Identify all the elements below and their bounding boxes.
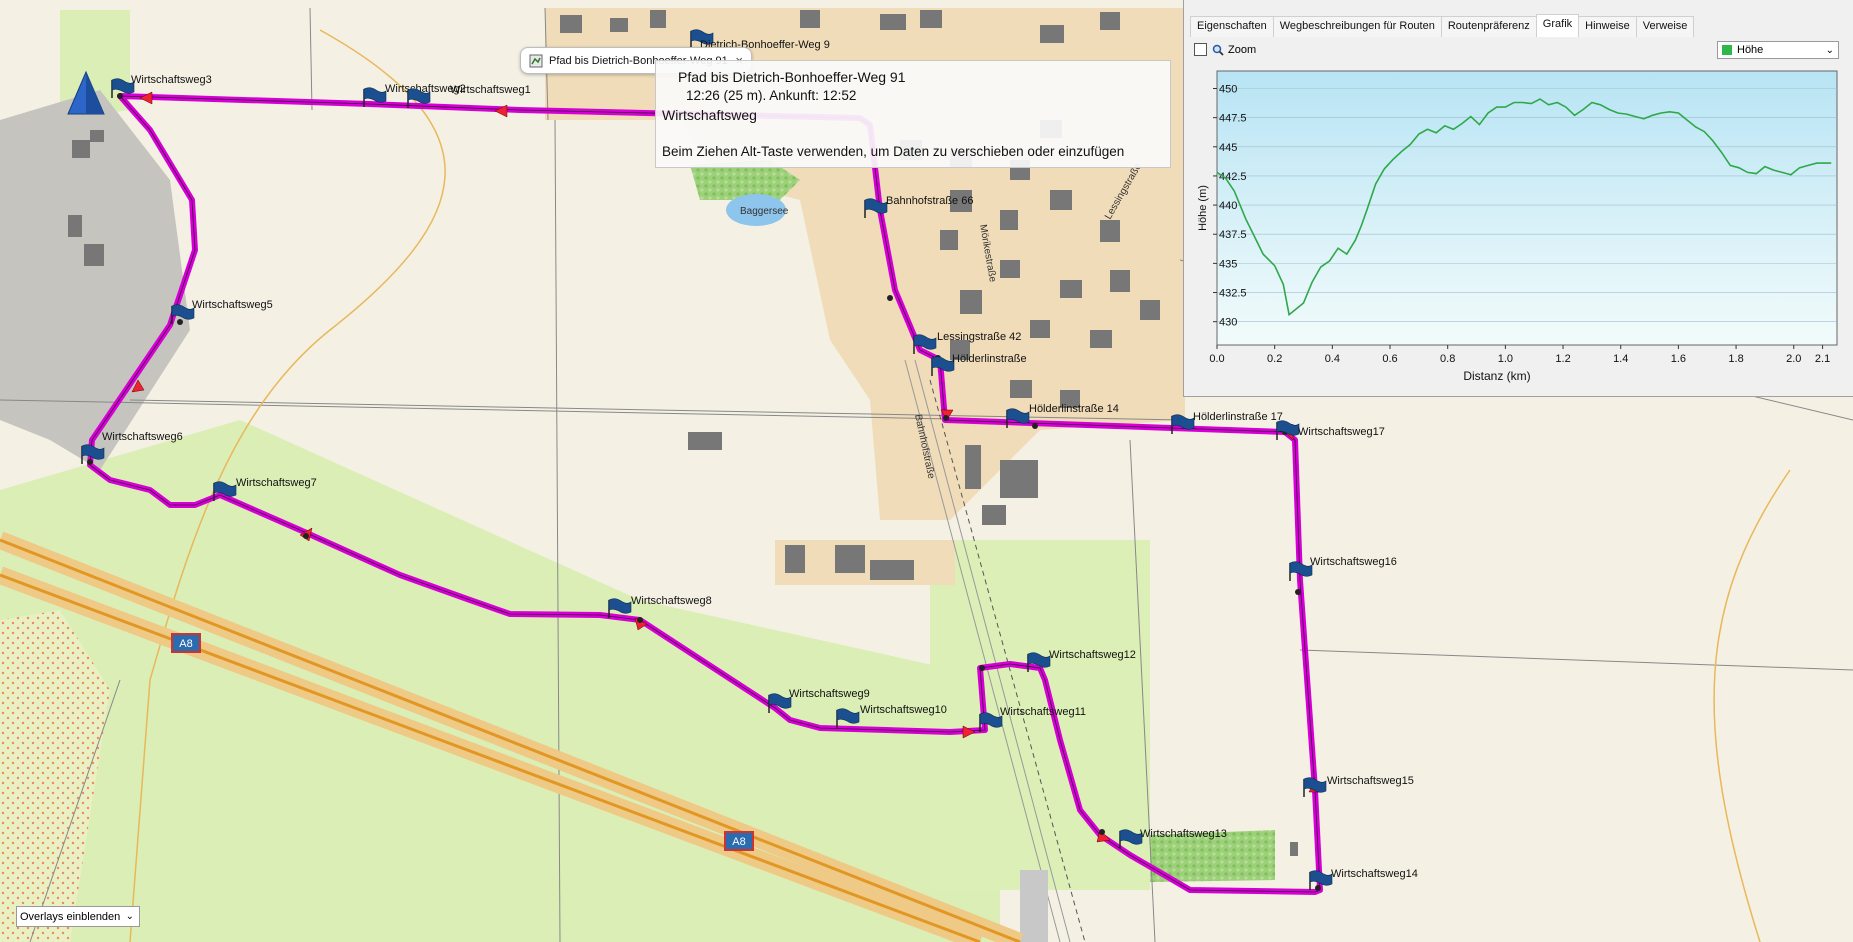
panel-tabs: Eigenschaften Wegbeschreibungen für Rout… bbox=[1190, 14, 1695, 37]
overlays-dropdown[interactable]: Overlays einblenden ⌄ bbox=[16, 906, 140, 927]
waypoint-label: Hölderlinstraße 14 bbox=[1029, 403, 1119, 415]
chevron-down-icon: ⌄ bbox=[1825, 44, 1834, 56]
svg-text:A8: A8 bbox=[179, 638, 192, 650]
y-tick-label: 442.5 bbox=[1219, 171, 1247, 183]
waypoint-label: Wirtschaftsweg11 bbox=[1000, 706, 1086, 718]
tab-routenpraeferenz[interactable]: Routenpräferenz bbox=[1440, 16, 1537, 37]
waypoint-label: Wirtschaftsweg9 bbox=[789, 688, 870, 700]
drag-info-title: Pfad bis Dietrich-Bonhoeffer-Weg 91 bbox=[678, 69, 906, 85]
x-tick-label: 2.1 bbox=[1815, 353, 1830, 365]
y-tick-label: 430 bbox=[1219, 317, 1237, 329]
x-tick-label: 0.6 bbox=[1382, 353, 1397, 365]
waypoint-label: Wirtschaftsweg5 bbox=[192, 299, 273, 311]
waypoint-label: Wirtschaftsweg8 bbox=[631, 595, 712, 607]
tab-verweise[interactable]: Verweise bbox=[1635, 16, 1695, 37]
x-tick-label: 0.0 bbox=[1209, 353, 1224, 365]
elevation-line bbox=[1216, 98, 1832, 317]
magnifier-icon bbox=[1212, 44, 1224, 56]
waypoint-label: Wirtschaftsweg1 bbox=[450, 84, 531, 96]
waypoint-label: Wirtschaftsweg12 bbox=[1049, 649, 1136, 661]
svg-text:A8: A8 bbox=[732, 836, 745, 848]
elevation-chart[interactable]: 430 432.5 435 437.5 440 442.5 445 447.5 450 0.0 0.… bbox=[1184, 0, 1853, 396]
x-tick-label: 0.4 bbox=[1325, 353, 1340, 365]
x-tick-label: 1.4 bbox=[1613, 353, 1628, 365]
y-tick-label: 435 bbox=[1219, 258, 1237, 270]
series-dropdown[interactable]: Höhe ⌄ bbox=[1717, 41, 1839, 59]
track-icon bbox=[529, 54, 543, 67]
waypoint-label: Wirtschaftsweg6 bbox=[102, 431, 183, 443]
x-tick-label: 0.8 bbox=[1440, 353, 1455, 365]
waypoint-label: Hölderlinstraße 17 bbox=[1193, 411, 1283, 423]
waypoint-label: Wirtschaftsweg15 bbox=[1327, 775, 1414, 787]
waypoint-label: Wirtschaftsweg16 bbox=[1310, 556, 1397, 568]
x-tick-label: 0.2 bbox=[1267, 353, 1282, 365]
autobahn-shield-2: A8 bbox=[724, 831, 754, 851]
x-tick-label: 1.8 bbox=[1728, 353, 1743, 365]
y-tick-label: 445 bbox=[1219, 142, 1237, 154]
plot-area bbox=[1216, 70, 1838, 346]
tab-hinweise[interactable]: Hinweise bbox=[1578, 16, 1637, 37]
y-tick-label: 450 bbox=[1219, 83, 1237, 95]
waypoint-label: Hölderlinstraße bbox=[952, 353, 1027, 365]
y-axis-label: Höhe (m) bbox=[1197, 185, 1209, 231]
tab-eigenschaften[interactable]: Eigenschaften bbox=[1190, 16, 1274, 37]
series-color-swatch bbox=[1722, 45, 1732, 55]
x-tick-label: 1.0 bbox=[1498, 353, 1513, 365]
autobahn-shield-1: A8 bbox=[171, 633, 201, 653]
waypoint-label: Lessingstraße 42 bbox=[937, 331, 1021, 343]
overlays-label: Overlays einblenden bbox=[20, 910, 121, 923]
y-tick-label: 440 bbox=[1219, 200, 1237, 212]
x-axis-label: Distanz (km) bbox=[1463, 369, 1530, 383]
waypoint-label: Wirtschaftsweg14 bbox=[1331, 868, 1418, 880]
tab-grafik[interactable]: Grafik bbox=[1535, 14, 1580, 37]
series-dropdown-value: Höhe bbox=[1737, 44, 1764, 56]
chevron-down-icon: ⌄ bbox=[125, 911, 134, 922]
x-tick-label: 2.0 bbox=[1786, 353, 1801, 365]
drag-info-time: 12:26 (25 m). Ankunft: 12:52 bbox=[686, 88, 857, 103]
waypoint-label: Wirtschaftsweg13 bbox=[1140, 828, 1227, 840]
tab-wegbeschreibungen[interactable]: Wegbeschreibungen für Routen bbox=[1272, 16, 1442, 37]
drag-info-hint: Beim Ziehen Alt-Taste verwenden, um Date… bbox=[662, 144, 1125, 159]
waypoint-label: Bahnhofstraße 66 bbox=[886, 195, 973, 207]
zoom-checkbox[interactable] bbox=[1194, 43, 1207, 56]
drag-info-box: Pfad bis Dietrich-Bonhoeffer-Weg 91 12:2… bbox=[655, 60, 1171, 168]
waypoint-label: Wirtschaftsweg17 bbox=[1298, 426, 1385, 438]
x-tick-label: 1.2 bbox=[1555, 353, 1570, 365]
waypoint-label: Wirtschaftsweg3 bbox=[131, 74, 212, 86]
profile-panel: Eigenschaften Wegbeschreibungen für Rout… bbox=[1183, 0, 1853, 397]
zoom-label: Zoom bbox=[1228, 43, 1257, 56]
waypoint-label: Wirtschaftsweg10 bbox=[860, 704, 947, 716]
y-tick-label: 447.5 bbox=[1219, 113, 1247, 125]
y-tick-label: 437.5 bbox=[1219, 229, 1247, 241]
lake-label: Baggersee bbox=[740, 206, 789, 217]
zoom-row: Zoom bbox=[1194, 43, 1256, 56]
y-tick-label: 432.5 bbox=[1219, 288, 1247, 300]
drag-info-road: Wirtschaftsweg bbox=[662, 107, 757, 123]
waypoint-label: Wirtschaftsweg7 bbox=[236, 477, 317, 489]
x-tick-label: 1.6 bbox=[1671, 353, 1686, 365]
